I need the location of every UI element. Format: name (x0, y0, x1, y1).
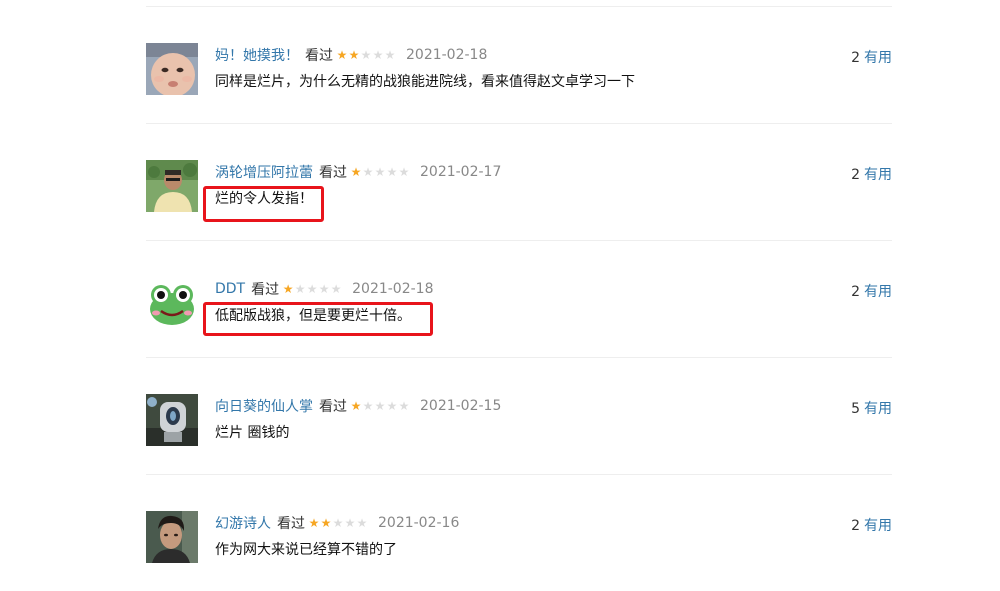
comment-info: 涡轮增压阿拉蕾 看过 ★ ★ ★ ★ ★ 2021-02-17 (215, 160, 892, 184)
star-empty-icon: ★ (306, 282, 318, 296)
annotation-box (203, 186, 324, 222)
username-link[interactable]: DDT (215, 281, 245, 297)
separator (146, 123, 892, 124)
separator (146, 474, 892, 475)
star-empty-icon: ★ (294, 282, 306, 296)
avatar[interactable] (146, 394, 198, 446)
separator (146, 240, 892, 241)
vote-area: 2 有用 (851, 164, 892, 184)
comment-date: 2021-02-17 (420, 164, 502, 180)
star-empty-icon: ★ (360, 48, 372, 62)
star-empty-icon: ★ (384, 48, 396, 62)
star-filled-icon: ★ (350, 399, 362, 413)
comment-date: 2021-02-18 (352, 281, 434, 297)
star-empty-icon: ★ (374, 399, 386, 413)
star-empty-icon: ★ (330, 282, 342, 296)
comment-info: DDT 看过 ★ ★ ★ ★ ★ 2021-02-18 (215, 277, 892, 301)
star-empty-icon: ★ (344, 516, 356, 530)
useful-button[interactable]: 有用 (864, 518, 892, 534)
vote-count: 2 (851, 284, 860, 300)
star-empty-icon: ★ (318, 282, 330, 296)
avatar[interactable] (146, 277, 198, 329)
star-empty-icon: ★ (386, 399, 398, 413)
star-empty-icon: ★ (386, 165, 398, 179)
comment-text: 作为网大来说已经算不错的了 (215, 542, 397, 558)
star-empty-icon: ★ (356, 516, 368, 530)
watch-status: 看过 (251, 282, 280, 298)
annotation-box (203, 302, 433, 336)
watch-status: 看过 (277, 516, 305, 532)
username-link[interactable]: 幻游诗人 (215, 513, 271, 533)
useful-button[interactable]: 有用 (864, 50, 892, 66)
rating-stars: ★ ★ ★ ★ ★ (336, 49, 396, 61)
star-empty-icon: ★ (362, 399, 374, 413)
star-empty-icon: ★ (374, 165, 386, 179)
comment-text: 烂片 圈钱的 (215, 425, 290, 441)
baby-face-avatar-icon (146, 43, 198, 95)
watch-status: 看过 (319, 399, 347, 415)
separator (146, 6, 892, 7)
vote-count: 2 (851, 167, 860, 183)
green-frog-avatar-icon (146, 277, 198, 329)
vote-area: 2 有用 (851, 47, 892, 67)
star-filled-icon: ★ (282, 282, 294, 296)
comment-item: 妈！她摸我！ 看过 ★ ★ ★ ★ ★ 2021-02-18 2 有用 同样是烂片，为什么… (146, 43, 892, 113)
star-empty-icon: ★ (398, 399, 410, 413)
star-filled-icon: ★ (320, 516, 332, 530)
rating-stars: ★ ★ ★ ★ ★ (308, 517, 368, 529)
comment-info: 向日葵的仙人掌 看过 ★ ★ ★ ★ ★ 2021-02-15 (215, 394, 892, 418)
comment-date: 2021-02-16 (378, 515, 460, 531)
star-empty-icon: ★ (362, 165, 374, 179)
useful-button[interactable]: 有用 (864, 284, 892, 300)
rating-stars: ★ ★ ★ ★ ★ (350, 400, 410, 412)
comment-item: 向日葵的仙人掌 看过 ★ ★ ★ ★ ★ 2021-02-15 5 有用 烂片 圈钱的 (146, 394, 892, 464)
star-filled-icon: ★ (336, 48, 348, 62)
watch-status: 看过 (319, 165, 347, 181)
avatar[interactable] (146, 43, 198, 95)
comment-date: 2021-02-18 (406, 47, 488, 63)
comment-item: 幻游诗人 看过 ★ ★ ★ ★ ★ 2021-02-16 2 有用 作为网大来说已经算不错… (146, 511, 892, 581)
star-empty-icon: ★ (398, 165, 410, 179)
star-filled-icon: ★ (350, 165, 362, 179)
vote-area: 2 有用 (851, 281, 892, 301)
watch-status: 看过 (305, 48, 333, 64)
separator (146, 357, 892, 358)
avatar[interactable] (146, 160, 198, 212)
rating-stars: ★ ★ ★ ★ ★ (282, 283, 342, 295)
star-filled-icon: ★ (348, 48, 360, 62)
comment-text: 同样是烂片，为什么无精的战狼能进院线，看来值得赵文卓学习一下 (215, 74, 635, 90)
vote-area: 5 有用 (851, 398, 892, 418)
robot-toy-avatar-icon (146, 394, 198, 446)
comment-date: 2021-02-15 (420, 398, 502, 414)
useful-button[interactable]: 有用 (864, 401, 892, 417)
man-outdoor-avatar-icon (146, 160, 198, 212)
young-man-avatar-icon (146, 511, 198, 563)
username-link[interactable]: 向日葵的仙人掌 (215, 396, 313, 416)
vote-count: 5 (851, 401, 860, 417)
star-empty-icon: ★ (332, 516, 344, 530)
comment-info: 幻游诗人 看过 ★ ★ ★ ★ ★ 2021-02-16 (215, 511, 892, 535)
star-empty-icon: ★ (372, 48, 384, 62)
avatar[interactable] (146, 511, 198, 563)
vote-count: 2 (851, 518, 860, 534)
username-link[interactable]: 涡轮增压阿拉蕾 (215, 162, 313, 182)
useful-button[interactable]: 有用 (864, 167, 892, 183)
username-link[interactable]: 妈！她摸我！ (215, 45, 299, 65)
comment-info: 妈！她摸我！ 看过 ★ ★ ★ ★ ★ 2021-02-18 (215, 43, 892, 67)
star-filled-icon: ★ (308, 516, 320, 530)
rating-stars: ★ ★ ★ ★ ★ (350, 166, 410, 178)
vote-count: 2 (851, 50, 860, 66)
vote-area: 2 有用 (851, 515, 892, 535)
